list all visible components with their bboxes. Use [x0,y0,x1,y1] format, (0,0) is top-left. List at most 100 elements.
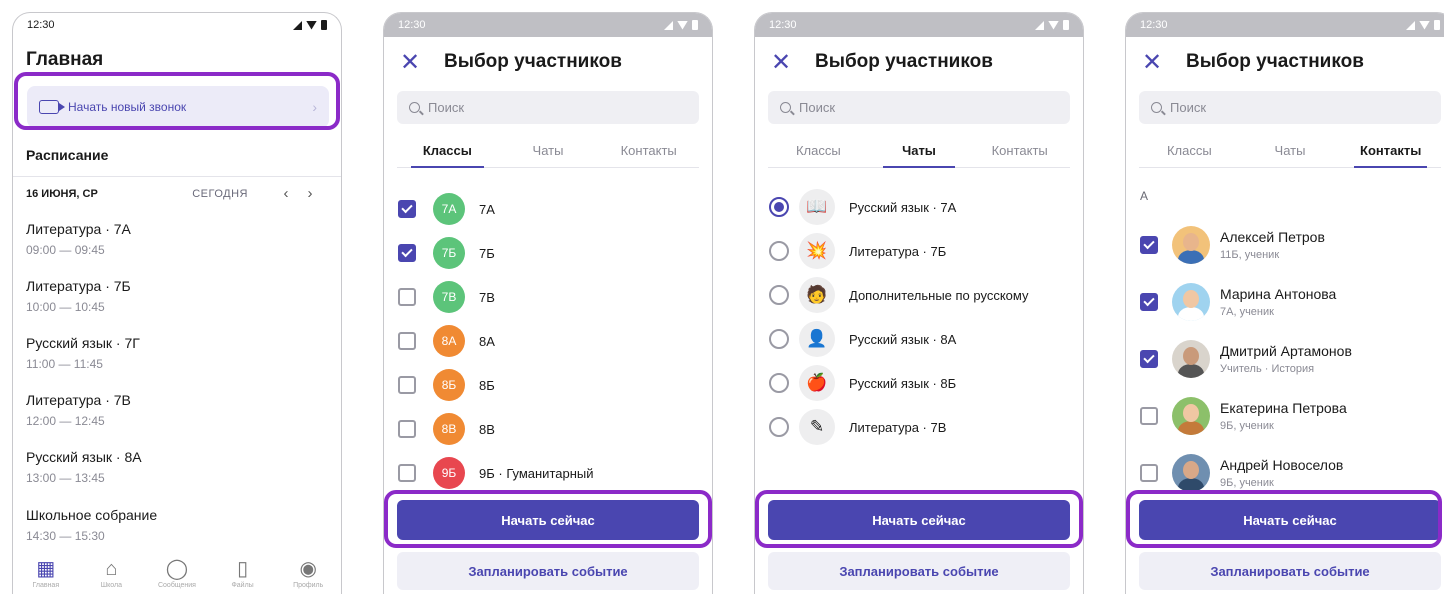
close-icon[interactable]: ✕ [1142,48,1168,77]
schedule-event-button[interactable]: Запланировать событие [768,552,1070,590]
class-row[interactable]: 8Б 8Б [398,367,495,403]
class-row[interactable]: 8В 8В [398,411,495,447]
tab-label: Школа [100,582,123,589]
class-badge: 8В [433,413,465,445]
bottom-tab-bar: ▦ Главная ⌂ Школа ◯ Сообщения ▯ Файлы ◉ Профи… [13,550,341,594]
checkbox[interactable] [398,464,416,482]
checkbox[interactable] [398,288,416,306]
tab-profile[interactable]: ◉ Профиль [279,558,337,589]
avatar-body [1178,364,1204,378]
next-day-arrow-icon[interactable]: › [298,185,322,202]
file-icon: ▯ [237,558,249,580]
class-badge: 7А [433,193,465,225]
chat-label: Русский язык · 8Б [849,375,957,391]
checkbox[interactable] [398,244,416,262]
checkbox[interactable] [1140,236,1158,254]
lesson-item[interactable]: Русский язык · 7Г 11:00 — 11:45 [26,335,140,371]
chat-row[interactable]: 💥 Литература · 7Б [769,233,946,269]
contact-text: Екатерина Петрова 9Б, ученик [1220,400,1347,432]
radio-button[interactable] [769,241,789,261]
search-input[interactable]: Поиск [1139,91,1441,124]
tab-messages[interactable]: ◯ Сообщения [148,558,206,589]
checkbox[interactable] [1140,293,1158,311]
radio-button[interactable] [769,285,789,305]
avatar-head [1183,347,1199,365]
search-input[interactable]: Поиск [768,91,1070,124]
checkbox[interactable] [398,376,416,394]
checkbox[interactable] [398,200,416,218]
contact-row[interactable]: Дмитрий Артамонов Учитель · История [1140,337,1352,381]
start-now-button[interactable]: Начать сейчас [397,500,699,540]
chat-row[interactable]: 📖 Русский язык · 7А [769,189,956,225]
grid-icon: ▦ [36,558,56,580]
lesson-item[interactable]: Литература · 7В 12:00 — 12:45 [26,392,131,428]
tab-classes[interactable]: Классы [768,138,869,167]
lesson-time: 14:30 — 15:30 [26,529,105,543]
chat-row[interactable]: ✎ Литература · 7В [769,409,946,445]
avatar [1172,340,1210,378]
radio-button[interactable] [769,197,789,217]
start-now-button[interactable]: Начать сейчас [768,500,1070,540]
tab-files[interactable]: ▯ Файлы [214,558,272,589]
checkbox[interactable] [398,420,416,438]
lesson-time: 09:00 — 09:45 [26,243,105,257]
contact-row[interactable]: Марина Антонова 7А, ученик [1140,280,1336,324]
wifi-icon [1419,20,1430,30]
class-row[interactable]: 8А 8А [398,323,495,359]
start-now-button[interactable]: Начать сейчас [1139,500,1441,540]
chat-label: Русский язык · 7А [849,199,957,215]
lesson-name: Литература · 7А [26,221,131,237]
tab-chats[interactable]: Чаты [869,138,970,168]
checkbox[interactable] [398,332,416,350]
search-input[interactable]: Поиск [397,91,699,124]
class-row[interactable]: 9Б 9Б · Гуманитарный [398,455,594,491]
prev-day-arrow-icon[interactable]: ‹ [274,185,298,202]
tab-school[interactable]: ⌂ Школа [82,558,140,589]
chat-row[interactable]: 🍎 Русский язык · 8Б [769,365,956,401]
tab-classes[interactable]: Классы [1139,138,1240,167]
checkbox[interactable] [1140,350,1158,368]
avatar-body [1178,421,1204,435]
tab-contacts[interactable]: Контакты [1340,138,1441,168]
checkbox[interactable] [1140,407,1158,425]
chat-bubble-icon: ◯ [165,558,189,580]
lesson-item[interactable]: Литература · 7А 09:00 — 09:45 [26,221,131,257]
lesson-item[interactable]: Школьное собрание 14:30 — 15:30 [26,507,157,543]
tab-contacts[interactable]: Контакты [598,138,699,167]
schedule-event-button[interactable]: Запланировать событие [1139,552,1441,590]
today-button[interactable]: СЕГОДНЯ [192,188,248,200]
tab-chats[interactable]: Чаты [498,138,599,167]
status-bar: 12:30 [384,13,712,37]
tab-chats[interactable]: Чаты [1240,138,1341,167]
signal-icon [1035,20,1044,30]
close-icon[interactable]: ✕ [771,48,797,77]
status-time: 12:30 [27,19,55,31]
contact-row[interactable]: Екатерина Петрова 9Б, ученик [1140,394,1347,438]
contact-row[interactable]: Андрей Новоселов 9Б, ученик [1140,451,1343,495]
avatar [1172,283,1210,321]
status-bar: 12:30 [755,13,1083,37]
tab-bar: Классы Чаты Контакты [397,138,699,168]
lesson-item[interactable]: Литература · 7Б 10:00 — 10:45 [26,278,131,314]
contact-row[interactable]: Алексей Петров 11Б, ученик [1140,223,1325,267]
chat-row[interactable]: 🧑 Дополнительные по русскому [769,277,1029,313]
checkbox[interactable] [1140,464,1158,482]
lesson-time: 11:00 — 11:45 [26,357,103,371]
class-row[interactable]: 7В 7В [398,279,495,315]
radio-button[interactable] [769,329,789,349]
lesson-item[interactable]: Русский язык · 8А 13:00 — 13:45 [26,449,142,485]
chat-label: Литература · 7В [849,419,947,435]
chat-row[interactable]: 👤 Русский язык · 8А [769,321,956,357]
schedule-event-button[interactable]: Запланировать событие [397,552,699,590]
class-row[interactable]: 7Б 7Б [398,235,495,271]
tab-contacts[interactable]: Контакты [969,138,1070,167]
radio-button[interactable] [769,417,789,437]
start-new-call-button[interactable]: Начать новый звонок › [27,86,329,128]
tab-classes[interactable]: Классы [397,138,498,168]
class-row[interactable]: 7А 7А [398,191,495,227]
close-icon[interactable]: ✕ [400,48,426,77]
start-new-call-label: Начать новый звонок [68,100,187,114]
avatar-body [1178,250,1204,264]
tab-home[interactable]: ▦ Главная [17,558,75,589]
radio-button[interactable] [769,373,789,393]
